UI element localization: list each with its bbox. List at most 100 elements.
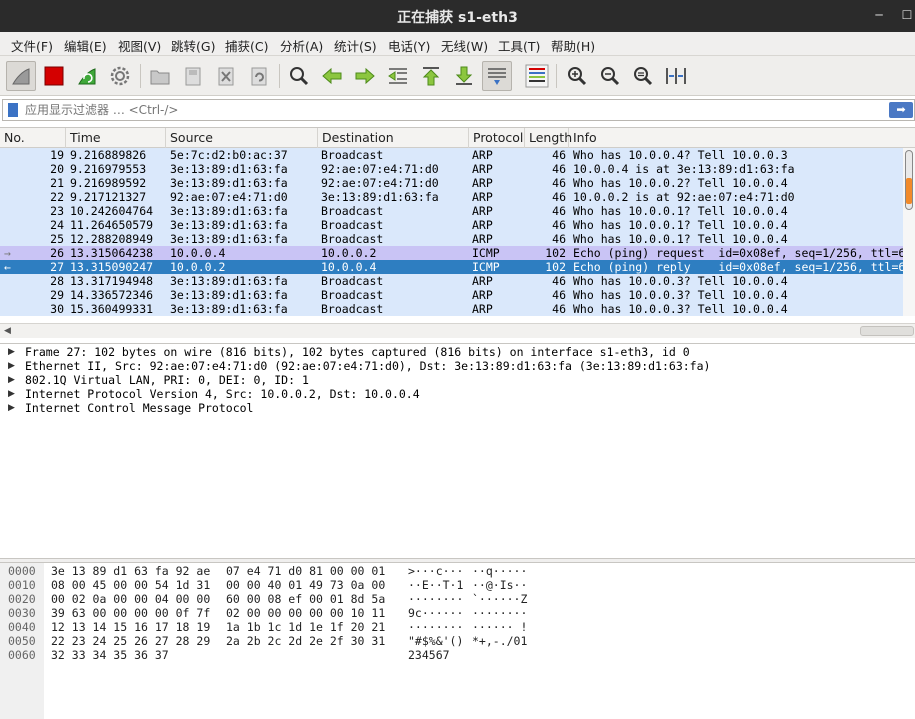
go-last-packet-icon[interactable] bbox=[449, 61, 479, 91]
column-header-destination[interactable]: Destination bbox=[318, 128, 469, 148]
go-back-arrow-icon[interactable] bbox=[317, 61, 347, 91]
go-forward-arrow-icon[interactable] bbox=[350, 61, 380, 91]
detail-tree-item[interactable]: ▶ Frame 27: 102 bytes on wire (816 bits),… bbox=[0, 345, 915, 359]
find-packet-icon[interactable] bbox=[284, 61, 314, 91]
hex-bytes-second-half[interactable]: 00 00 40 01 49 73 0a 00 bbox=[226, 578, 385, 592]
detail-tree-item[interactable]: ▶ 802.1Q Virtual LAN, PRI: 0, DEI: 0, ID:… bbox=[0, 373, 915, 387]
menu-help[interactable]: 帮助(H) bbox=[551, 36, 595, 55]
hex-offset[interactable]: 0050 bbox=[8, 634, 36, 648]
zoom-out-icon[interactable] bbox=[595, 61, 625, 91]
capture-options-gear-icon[interactable] bbox=[105, 61, 135, 91]
column-header-info[interactable]: Info bbox=[569, 128, 915, 148]
hex-bytes-first-half[interactable]: 22 23 24 25 26 27 28 29 bbox=[51, 634, 210, 648]
hex-bytes-second-half[interactable]: 1a 1b 1c 1d 1e 1f 20 21 bbox=[226, 620, 385, 634]
detail-tree-item[interactable]: ▶ Ethernet II, Src: 92:ae:07:e4:71:d0 (92… bbox=[0, 359, 915, 373]
zoom-normal-icon[interactable] bbox=[628, 61, 658, 91]
column-header-no[interactable]: No. bbox=[0, 128, 66, 148]
hex-bytes-first-half[interactable]: 3e 13 89 d1 63 fa 92 ae bbox=[51, 564, 210, 578]
hex-bytes-first-half[interactable]: 00 02 0a 00 00 04 00 00 bbox=[51, 592, 210, 606]
expand-arrow-icon[interactable]: ▶ bbox=[8, 359, 15, 373]
packet-row[interactable]: ← 27 13.315090247 10.0.0.2 10.0.0.4 ICMP 102 Ec… bbox=[0, 260, 903, 274]
go-to-packet-icon[interactable] bbox=[383, 61, 413, 91]
save-file-icon[interactable] bbox=[178, 61, 208, 91]
reload-file-icon[interactable] bbox=[244, 61, 274, 91]
ascii-first-half[interactable]: 234567 bbox=[408, 648, 450, 662]
ascii-second-half[interactable]: `······Z bbox=[472, 592, 527, 606]
close-file-icon[interactable] bbox=[211, 61, 241, 91]
expand-arrow-icon[interactable]: ▶ bbox=[8, 387, 15, 401]
maximize-button[interactable]: ☐ bbox=[898, 6, 915, 24]
detail-tree-item[interactable]: ▶ Internet Control Message Protocol bbox=[0, 401, 915, 415]
scroll-left-arrow-icon[interactable]: ◀ bbox=[4, 326, 11, 336]
colorize-icon[interactable] bbox=[522, 61, 552, 91]
go-first-packet-icon[interactable] bbox=[416, 61, 446, 91]
ascii-first-half[interactable]: "#$%&'() bbox=[408, 634, 463, 648]
menu-go[interactable]: 跳转(G) bbox=[171, 36, 215, 55]
ascii-second-half[interactable]: ········ bbox=[472, 606, 527, 620]
hex-bytes-first-half[interactable]: 12 13 14 15 16 17 18 19 bbox=[51, 620, 210, 634]
hex-offset[interactable]: 0010 bbox=[8, 578, 36, 592]
ascii-first-half[interactable]: ··E··T·1 bbox=[408, 578, 463, 592]
menu-edit[interactable]: 编辑(E) bbox=[64, 36, 107, 55]
ascii-first-half[interactable]: >···c··· bbox=[408, 564, 463, 578]
hex-bytes-second-half[interactable]: 02 00 00 00 00 00 10 11 bbox=[226, 606, 385, 620]
column-header-length[interactable]: Length bbox=[525, 128, 572, 148]
packet-row[interactable]: 28 13.317194948 3e:13:89:d1:63:fa Broadcast… bbox=[0, 274, 903, 288]
hex-bytes-first-half[interactable]: 32 33 34 35 36 37 bbox=[51, 648, 169, 662]
column-header-source[interactable]: Source bbox=[166, 128, 318, 148]
menu-telephony[interactable]: 电话(Y) bbox=[388, 36, 430, 55]
hex-offset[interactable]: 0060 bbox=[8, 648, 36, 662]
hex-bytes-first-half[interactable]: 08 00 45 00 00 54 1d 31 bbox=[51, 578, 210, 592]
menu-tools[interactable]: 工具(T) bbox=[498, 36, 540, 55]
expand-arrow-icon[interactable]: ▶ bbox=[8, 345, 15, 359]
open-file-icon[interactable] bbox=[145, 61, 175, 91]
menu-view[interactable]: 视图(V) bbox=[118, 36, 161, 55]
menu-wireless[interactable]: 无线(W) bbox=[441, 36, 488, 55]
packet-row[interactable]: 29 14.336572346 3e:13:89:d1:63:fa Broadcast… bbox=[0, 288, 903, 302]
display-filter-input[interactable] bbox=[25, 101, 885, 119]
ascii-second-half[interactable]: ··@·Is·· bbox=[472, 578, 527, 592]
hex-bytes-first-half[interactable]: 39 63 00 00 00 00 0f 7f bbox=[51, 606, 210, 620]
hex-bytes-second-half[interactable]: 60 00 08 ef 00 01 8d 5a bbox=[226, 592, 385, 606]
ascii-first-half[interactable]: ········ bbox=[408, 620, 463, 634]
ascii-second-half[interactable]: ··q····· bbox=[472, 564, 527, 578]
menu-capture[interactable]: 捕获(C) bbox=[225, 36, 268, 55]
expand-arrow-icon[interactable]: ▶ bbox=[8, 401, 15, 415]
restart-capture-icon[interactable] bbox=[72, 61, 102, 91]
minimize-button[interactable]: ─ bbox=[870, 6, 888, 24]
packet-row[interactable]: 25 12.288208949 3e:13:89:d1:63:fa Broadcast… bbox=[0, 232, 903, 246]
stop-capture-icon[interactable] bbox=[39, 61, 69, 91]
packet-row[interactable]: 19 9.216889826 5e:7c:d2:b0:ac:37 Broadcast A… bbox=[0, 148, 903, 162]
packet-row[interactable]: 23 10.242604764 3e:13:89:d1:63:fa Broadcast… bbox=[0, 204, 903, 218]
packet-row[interactable]: 30 15.360499331 3e:13:89:d1:63:fa Broadcast… bbox=[0, 302, 903, 316]
hex-offset[interactable]: 0040 bbox=[8, 620, 36, 634]
detail-tree-item[interactable]: ▶ Internet Protocol Version 4, Src: 10.0.… bbox=[0, 387, 915, 401]
packet-row[interactable]: 21 9.216989592 3e:13:89:d1:63:fa 92:ae:07:e… bbox=[0, 176, 903, 190]
zoom-in-icon[interactable] bbox=[562, 61, 592, 91]
menu-file[interactable]: 文件(F) bbox=[11, 36, 53, 55]
packet-row[interactable]: 20 9.216979553 3e:13:89:d1:63:fa 92:ae:07:e… bbox=[0, 162, 903, 176]
ascii-second-half[interactable]: ······ ! bbox=[472, 620, 527, 634]
shark-fin-start-icon[interactable] bbox=[6, 61, 36, 91]
ascii-first-half[interactable]: 9c······ bbox=[408, 606, 463, 620]
column-header-time[interactable]: Time bbox=[66, 128, 166, 148]
packet-row[interactable]: 22 9.217121327 92:ae:07:e4:71:d0 3e:13:89:d… bbox=[0, 190, 903, 204]
ascii-second-half[interactable]: *+,-./01 bbox=[472, 634, 527, 648]
hex-offset[interactable]: 0000 bbox=[8, 564, 36, 578]
ascii-first-half[interactable]: ········ bbox=[408, 592, 463, 606]
hex-bytes-second-half[interactable]: 2a 2b 2c 2d 2e 2f 30 31 bbox=[226, 634, 385, 648]
bookmark-icon[interactable] bbox=[8, 103, 18, 117]
expand-arrow-icon[interactable]: ▶ bbox=[8, 373, 15, 387]
hex-offset[interactable]: 0020 bbox=[8, 592, 36, 606]
packet-list-horizontal-scrollbar[interactable]: ◀ bbox=[0, 323, 915, 338]
resize-columns-icon[interactable] bbox=[661, 61, 691, 91]
hex-bytes-second-half[interactable]: 07 e4 71 d0 81 00 00 01 bbox=[226, 564, 385, 578]
packet-list-vertical-scrollbar[interactable] bbox=[903, 148, 915, 316]
packet-row[interactable]: 24 11.264650579 3e:13:89:d1:63:fa Broadcast… bbox=[0, 218, 903, 232]
column-header-protocol[interactable]: Protocol bbox=[469, 128, 525, 148]
apply-filter-button[interactable]: ➡ bbox=[889, 102, 913, 118]
menu-statistics[interactable]: 统计(S) bbox=[334, 36, 377, 55]
menu-analyze[interactable]: 分析(A) bbox=[280, 36, 323, 55]
autoscroll-icon[interactable] bbox=[482, 61, 512, 91]
packet-row[interactable]: → 26 13.315064238 10.0.0.4 10.0.0.2 ICMP 102 Ec… bbox=[0, 246, 903, 260]
